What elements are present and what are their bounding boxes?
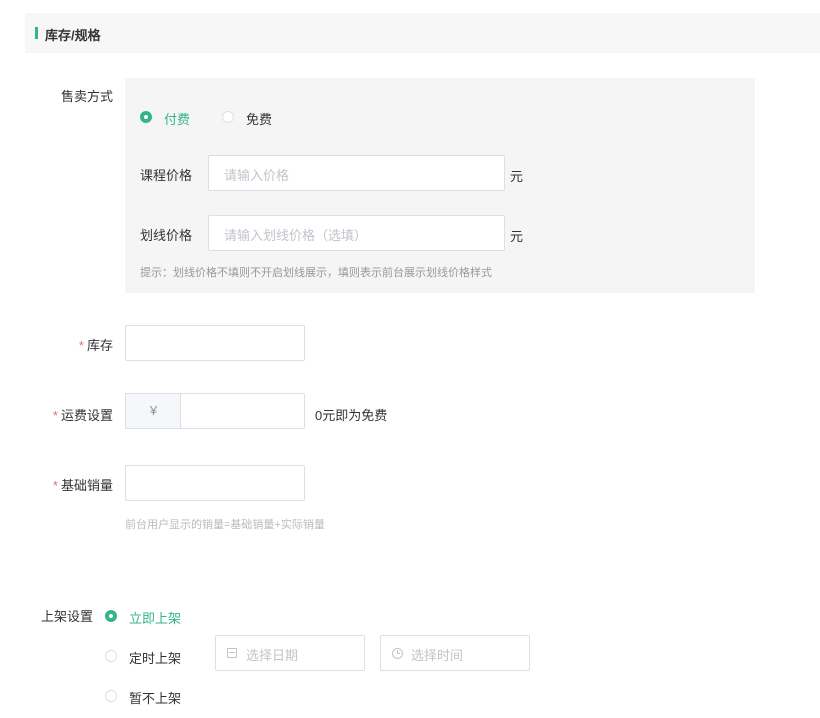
course-price-input[interactable]: 请输入价格 xyxy=(208,155,505,191)
radio-list-scheduled-label: 定时上架 xyxy=(129,651,182,666)
strike-price-unit: 元 xyxy=(510,229,524,244)
strike-price-placeholder: 请输入划线价格（选填） xyxy=(224,228,368,243)
base-sales-label-text: 基础销量 xyxy=(60,478,113,493)
base-sales-label: * 基础销量 xyxy=(20,475,113,494)
calendar-icon xyxy=(227,648,237,658)
radio-list-now[interactable]: 立即上架 xyxy=(105,607,205,626)
stock-input[interactable] xyxy=(125,325,305,361)
shipping-currency-prefix: ¥ xyxy=(125,393,181,429)
strike-price-label: 划线价格 xyxy=(140,228,193,243)
radio-free-label: 免费 xyxy=(246,112,273,127)
radio-list-not[interactable]: 暂不上架 xyxy=(105,687,205,706)
time-picker-input[interactable]: 选择时间 xyxy=(380,635,530,671)
base-sales-hint: 前台用户显示的销量=基础销量+实际销量 xyxy=(125,519,325,531)
shipping-input[interactable] xyxy=(180,393,305,429)
base-sales-required-mark: * xyxy=(52,478,58,493)
strike-price-input[interactable]: 请输入划线价格（选填） xyxy=(208,215,505,251)
shipping-suffix: 0元即为免费 xyxy=(315,408,388,423)
radio-list-not-indicator[interactable] xyxy=(105,690,117,702)
course-price-label: 课程价格 xyxy=(140,168,193,183)
listing-label: 上架设置 xyxy=(40,609,93,624)
shipping-required-mark: * xyxy=(52,408,58,423)
radio-list-not-label: 暂不上架 xyxy=(129,691,182,706)
radio-paid[interactable]: 付费 xyxy=(140,108,215,127)
section-accent-bar xyxy=(35,27,38,39)
stock-label-text: 库存 xyxy=(86,338,113,353)
strike-price-hint: 提示：划线价格不填则不开启划线展示，填则表示前台展示划线价格样式 xyxy=(140,267,492,279)
sale-mode-label: 售卖方式 xyxy=(60,89,113,104)
radio-list-scheduled-indicator[interactable] xyxy=(105,650,117,662)
radio-free[interactable]: 免费 xyxy=(222,108,297,127)
shipping-label: * 运费设置 xyxy=(20,405,113,424)
clock-icon xyxy=(392,648,403,659)
radio-paid-indicator[interactable] xyxy=(140,111,152,123)
date-picker-input[interactable]: 选择日期 xyxy=(215,635,365,671)
stock-label: * 库存 xyxy=(40,335,113,354)
sale-mode-panel: 付费 免费 课程价格 请输入价格 元 划线价格 请输入划线价格（选填） 元 提示… xyxy=(125,78,755,293)
radio-list-now-indicator[interactable] xyxy=(105,610,117,622)
radio-paid-label: 付费 xyxy=(164,112,191,127)
time-placeholder: 选择时间 xyxy=(411,648,464,663)
radio-list-scheduled[interactable]: 定时上架 xyxy=(105,647,205,666)
stock-required-mark: * xyxy=(78,338,84,353)
radio-free-indicator[interactable] xyxy=(222,111,234,123)
section-header: 库存/规格 xyxy=(25,13,820,53)
radio-list-now-label: 立即上架 xyxy=(129,611,182,626)
section-title: 库存/规格 xyxy=(45,28,101,43)
shipping-label-text: 运费设置 xyxy=(60,408,113,423)
course-price-placeholder: 请输入价格 xyxy=(224,168,290,183)
base-sales-input[interactable] xyxy=(125,465,305,501)
date-placeholder: 选择日期 xyxy=(246,648,299,663)
course-price-unit: 元 xyxy=(510,169,524,184)
